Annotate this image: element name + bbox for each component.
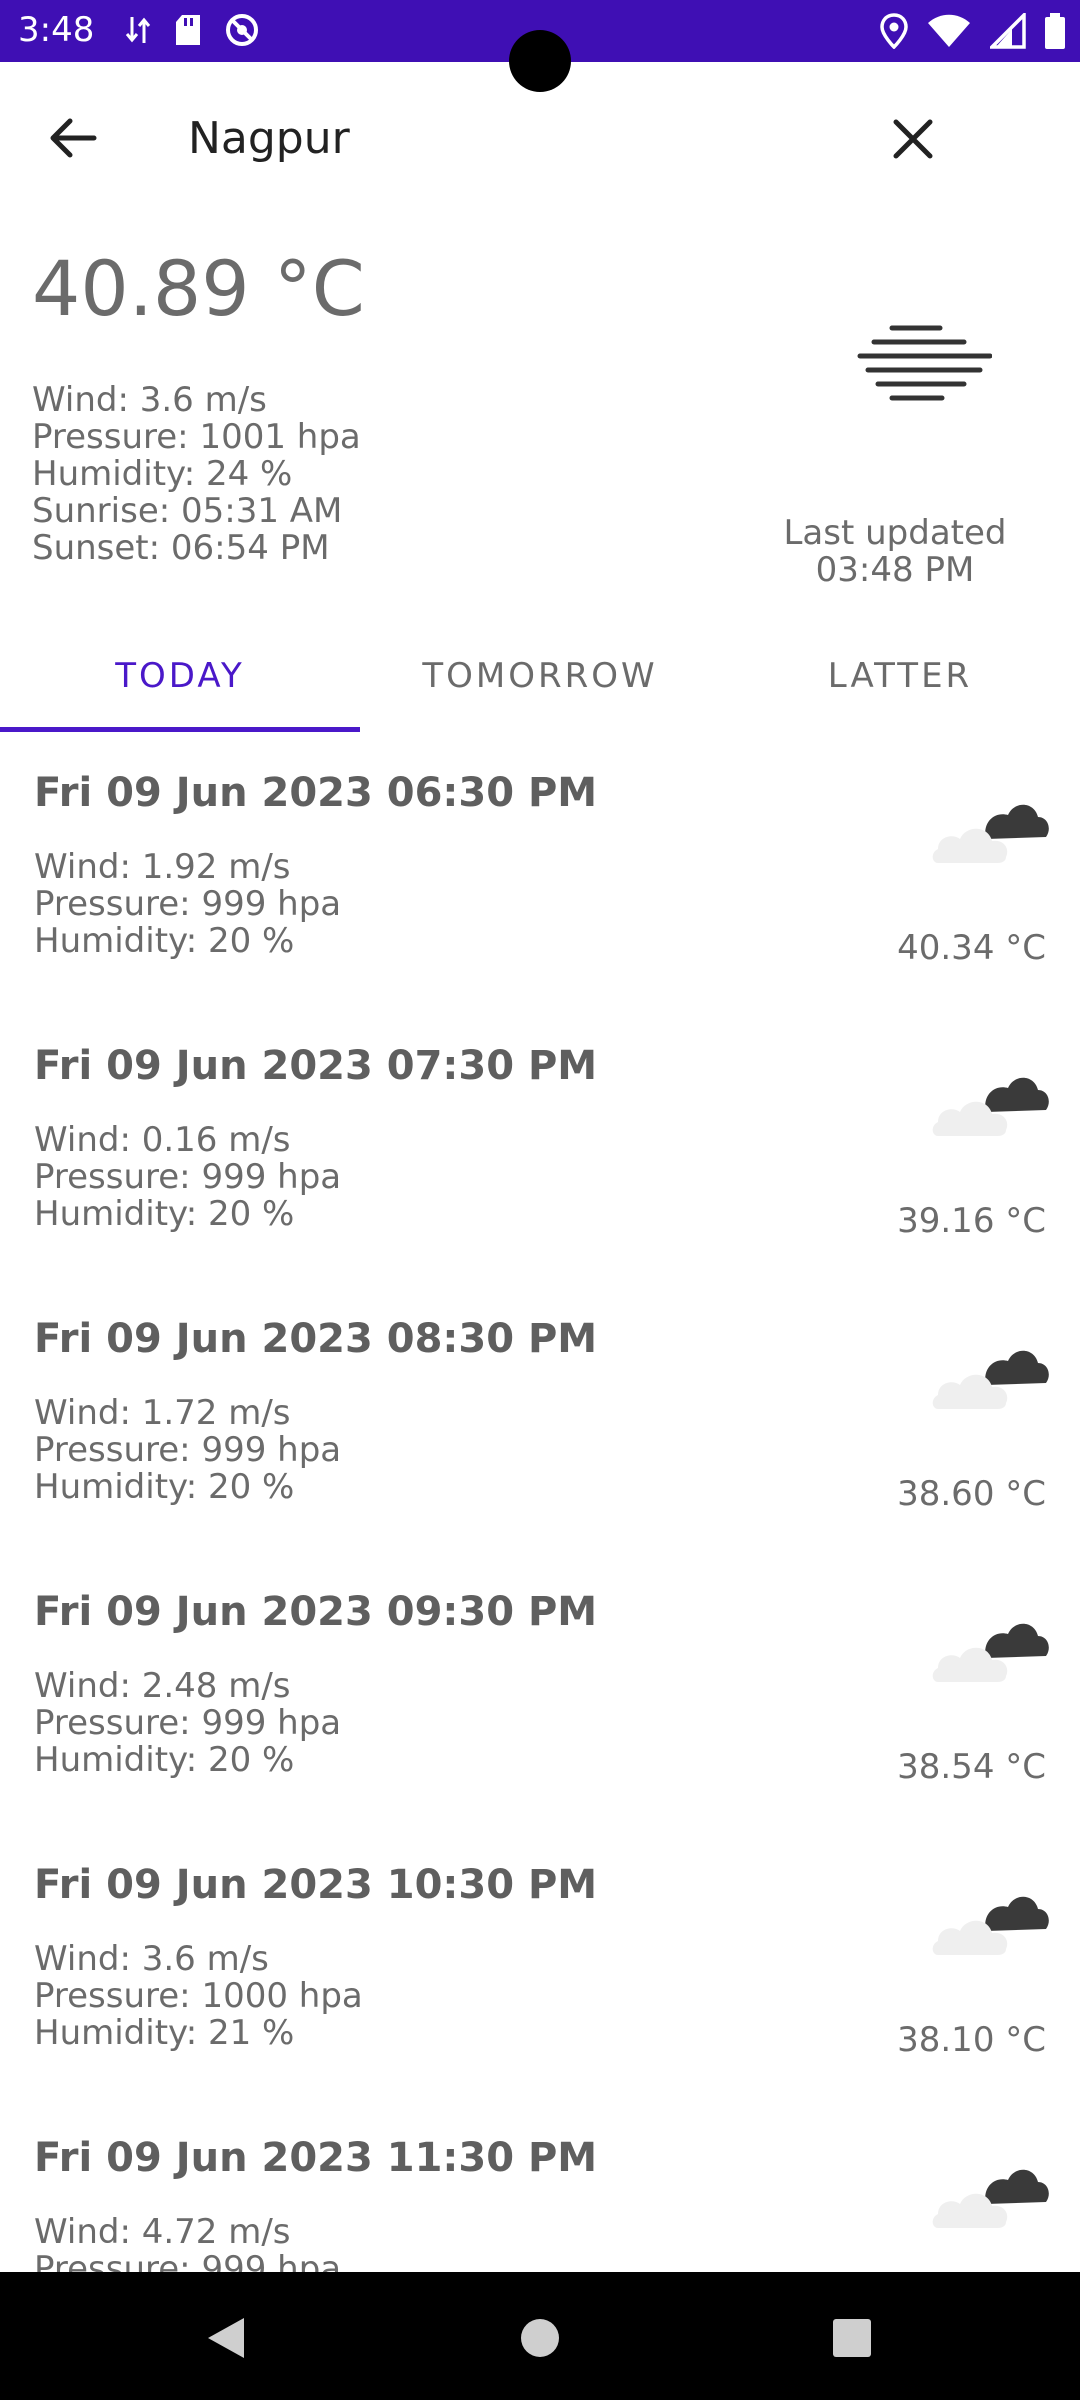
tab-latter[interactable]: LATTER <box>720 620 1080 732</box>
current-sunrise: Sunrise: 05:31 AM <box>32 491 343 531</box>
cloudy-night-icon <box>932 1077 1049 1136</box>
clear-search-button[interactable] <box>878 104 948 174</box>
forecast-wind: Wind: 4.72 m/s <box>34 2212 291 2252</box>
forecast-temperature: 38.10 °C <box>897 2020 1046 2060</box>
nav-recents-button[interactable] <box>824 2310 880 2366</box>
status-time: 3:48 <box>18 10 95 50</box>
forecast-wind: Wind: 1.92 m/s <box>34 847 291 887</box>
recents-square-icon <box>833 2319 871 2357</box>
forecast-tabs: TODAY TOMORROW LATTER <box>0 620 1080 732</box>
arrow-left-icon <box>50 118 97 158</box>
battery-icon <box>1044 12 1066 54</box>
forecast-pressure: Pressure: 999 hpa <box>34 1157 342 1197</box>
forecast-item[interactable]: Fri 09 Jun 2023 08:30 PM Wind: 1.72 m/s … <box>0 1278 1080 1551</box>
forecast-date: Fri 09 Jun 2023 10:30 PM <box>34 1862 598 1908</box>
system-nav-bar <box>0 2272 1080 2400</box>
forecast-details: Wind: 3.6 m/s Pressure: 1000 hpa Humidit… <box>34 1941 363 2052</box>
nav-back-button[interactable] <box>198 2310 254 2366</box>
forecast-date: Fri 09 Jun 2023 09:30 PM <box>34 1589 598 1635</box>
forecast-humidity: Humidity: 21 % <box>34 2013 295 2053</box>
nav-home-button[interactable] <box>512 2310 568 2366</box>
forecast-item[interactable]: Fri 09 Jun 2023 11:30 PM Wind: 4.72 m/s … <box>0 2097 1080 2272</box>
forecast-humidity: Humidity: 20 % <box>34 1467 295 1507</box>
camera-cutout <box>509 30 571 92</box>
last-updated-time: 03:48 PM <box>815 550 975 590</box>
back-triangle-icon <box>208 2318 244 2358</box>
cloudy-night-icon <box>932 1623 1049 1682</box>
data-transfer-icon <box>124 13 152 51</box>
tab-tomorrow[interactable]: TOMORROW <box>360 620 720 732</box>
forecast-pressure: Pressure: 999 hpa <box>34 2249 342 2273</box>
forecast-date: Fri 09 Jun 2023 06:30 PM <box>34 770 598 816</box>
haze-icon <box>857 325 992 401</box>
status-left-icons <box>124 12 260 52</box>
cloudy-night-icon <box>932 1350 1049 1409</box>
forecast-details: Wind: 4.72 m/s Pressure: 999 hpa <box>34 2212 342 2273</box>
city-search-input[interactable] <box>188 102 828 174</box>
forecast-temperature: 40.34 °C <box>897 928 1046 968</box>
forecast-list[interactable]: Fri 09 Jun 2023 06:30 PM Wind: 1.92 m/s … <box>0 732 1080 2272</box>
current-temperature: 40.89 °C <box>32 244 365 333</box>
forecast-details: Wind: 1.92 m/s Pressure: 999 hpa Humidit… <box>34 849 341 960</box>
status-right-icons <box>880 10 1066 54</box>
close-icon <box>893 119 933 159</box>
home-circle-icon <box>521 2319 559 2357</box>
cloudy-night-icon <box>932 1896 1049 1955</box>
current-wind: Wind: 3.6 m/s <box>32 380 267 420</box>
current-details: Wind: 3.6 m/s Pressure: 1001 hpa Humidit… <box>32 382 361 567</box>
current-pressure: Pressure: 1001 hpa <box>32 417 361 457</box>
forecast-item[interactable]: Fri 09 Jun 2023 06:30 PM Wind: 1.92 m/s … <box>0 732 1080 1005</box>
forecast-humidity: Humidity: 20 % <box>34 1194 295 1234</box>
tab-today[interactable]: TODAY <box>0 620 360 732</box>
status-bar: 3:48 <box>0 0 1080 92</box>
forecast-temperature: 38.54 °C <box>897 1747 1046 1787</box>
cloudy-night-icon <box>932 804 1049 863</box>
forecast-details: Wind: 2.48 m/s Pressure: 999 hpa Humidit… <box>34 1668 341 1779</box>
forecast-wind: Wind: 1.72 m/s <box>34 1393 291 1433</box>
forecast-item[interactable]: Fri 09 Jun 2023 10:30 PM Wind: 3.6 m/s P… <box>0 1824 1080 2097</box>
forecast-pressure: Pressure: 1000 hpa <box>34 1976 363 2016</box>
forecast-temperature: 39.16 °C <box>897 1201 1046 1241</box>
forecast-details: Wind: 1.72 m/s Pressure: 999 hpa Humidit… <box>34 1395 341 1506</box>
do-not-disturb-icon <box>224 12 260 52</box>
last-updated-label: Last updated <box>783 513 1007 553</box>
forecast-item[interactable]: Fri 09 Jun 2023 09:30 PM Wind: 2.48 m/s … <box>0 1551 1080 1824</box>
forecast-pressure: Pressure: 999 hpa <box>34 1430 342 1470</box>
current-sunset: Sunset: 06:54 PM <box>32 528 330 568</box>
forecast-pressure: Pressure: 999 hpa <box>34 884 342 924</box>
forecast-pressure: Pressure: 999 hpa <box>34 1703 342 1743</box>
forecast-date: Fri 09 Jun 2023 08:30 PM <box>34 1316 598 1362</box>
forecast-wind: Wind: 3.6 m/s <box>34 1939 269 1979</box>
forecast-humidity: Humidity: 20 % <box>34 921 295 961</box>
forecast-date: Fri 09 Jun 2023 07:30 PM <box>34 1043 598 1089</box>
forecast-temperature: 38.60 °C <box>897 1474 1046 1514</box>
location-icon <box>880 13 908 53</box>
forecast-humidity: Humidity: 20 % <box>34 1740 295 1780</box>
wifi-icon <box>926 13 972 53</box>
current-humidity: Humidity: 24 % <box>32 454 293 494</box>
last-updated: Last updated 03:48 PM <box>760 515 1030 589</box>
forecast-details: Wind: 0.16 m/s Pressure: 999 hpa Humidit… <box>34 1122 341 1233</box>
back-button[interactable] <box>36 108 110 168</box>
forecast-item[interactable]: Fri 09 Jun 2023 07:30 PM Wind: 0.16 m/s … <box>0 1005 1080 1278</box>
signal-icon <box>987 10 1026 53</box>
sd-card-icon <box>174 13 202 51</box>
forecast-date: Fri 09 Jun 2023 11:30 PM <box>34 2135 598 2181</box>
forecast-wind: Wind: 2.48 m/s <box>34 1666 291 1706</box>
forecast-wind: Wind: 0.16 m/s <box>34 1120 291 1160</box>
cloudy-night-icon <box>932 2169 1049 2228</box>
